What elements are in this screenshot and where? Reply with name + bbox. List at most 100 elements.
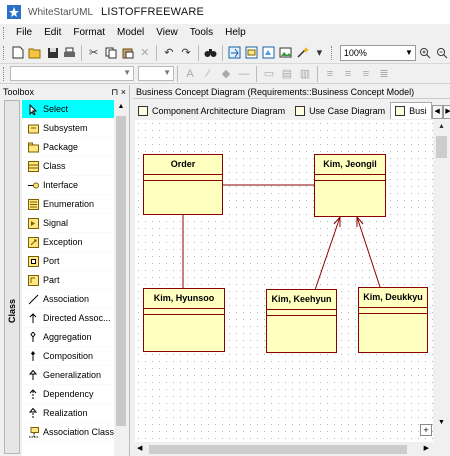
tool-signal[interactable]: Signal — [22, 214, 114, 233]
toolbox-scrollbar[interactable]: ▲ — [115, 100, 127, 456]
align-right-icon[interactable]: ≡ — [357, 65, 375, 83]
fill-color-icon[interactable]: ◆ — [217, 65, 235, 83]
scroll-down-icon[interactable]: ▼ — [433, 419, 450, 426]
menubar-grip[interactable] — [3, 27, 7, 39]
tab-scroll-right-icon[interactable]: ▶ — [442, 105, 450, 119]
scroll-up-icon[interactable]: ▲ — [433, 120, 450, 134]
tool-association-class[interactable]: Association Class — [22, 423, 114, 442]
menu-edit[interactable]: Edit — [38, 25, 67, 41]
tool-aggregation[interactable]: Aggregation — [22, 328, 114, 347]
align-center-icon[interactable]: ≡ — [339, 65, 357, 83]
close-icon[interactable]: × — [121, 87, 126, 97]
toolbar-grip[interactable] — [3, 45, 7, 60]
toolbox-header: Toolbox ⊓ × — [0, 85, 129, 99]
tool-label: Association Class — [43, 427, 114, 437]
save-icon[interactable] — [44, 44, 61, 62]
add-element-icon[interactable] — [260, 44, 277, 62]
tool-interface[interactable]: Interface — [22, 176, 114, 195]
open-folder-icon[interactable] — [27, 44, 44, 62]
line-color-icon[interactable]: ⁄ — [199, 65, 217, 83]
tab-component-architecture-diagram[interactable]: Component Architecture Diagram — [133, 102, 290, 119]
chevron-down-icon: ▼ — [405, 47, 413, 57]
copy-icon[interactable] — [102, 44, 119, 62]
menu-file[interactable]: File — [10, 25, 38, 41]
zoom-select[interactable]: 100% ▼ — [339, 44, 416, 61]
export-image-icon[interactable] — [277, 44, 294, 62]
class-order[interactable]: Order — [143, 154, 223, 215]
toolbar-separator — [317, 65, 318, 82]
tool-dependency[interactable]: Dependency — [22, 385, 114, 404]
tool-class[interactable]: Class — [22, 157, 114, 176]
tool-select[interactable]: Select — [22, 100, 114, 119]
print-icon[interactable] — [61, 44, 78, 62]
suppress-attributes-icon[interactable]: ▤ — [278, 65, 296, 83]
toolbox-section-class[interactable]: Class — [4, 100, 20, 454]
canvas-navigator-icon[interactable]: + — [420, 424, 432, 436]
magic-wand-icon[interactable] — [294, 44, 311, 62]
scroll-thumb[interactable] — [116, 116, 126, 426]
tool-package[interactable]: Package — [22, 138, 114, 157]
tool-port[interactable]: Port — [22, 252, 114, 271]
tool-exception[interactable]: Exception — [22, 233, 114, 252]
zoom-in-icon[interactable] — [416, 44, 433, 62]
toolbar-grip[interactable] — [3, 66, 7, 81]
tool-association[interactable]: Association — [22, 290, 114, 309]
tool-label: Association — [43, 294, 90, 304]
align-left-icon[interactable]: ≡ — [321, 65, 339, 83]
exception-icon — [28, 236, 39, 248]
find-binoculars-icon[interactable] — [201, 44, 218, 62]
delete-icon[interactable]: ✕ — [136, 44, 153, 62]
canvas-horizontal-scrollbar[interactable]: ◀ ▶ — [135, 442, 433, 456]
tool-generalization[interactable]: Generalization — [22, 366, 114, 385]
font-size-select[interactable]: ▼ — [138, 66, 174, 81]
tab-scroll-left-icon[interactable]: ◀ — [431, 105, 443, 119]
scroll-up-icon[interactable]: ▲ — [115, 100, 127, 114]
class-kim-keehyun[interactable]: Kim, Keehyun — [266, 289, 337, 353]
class-kim-deukkyu[interactable]: Kim, Deukkyu — [358, 287, 428, 353]
tool-enumeration[interactable]: Enumeration — [22, 195, 114, 214]
zoom-out-icon[interactable] — [433, 44, 450, 62]
tool-directed-association[interactable]: Directed Assoc... — [22, 309, 114, 328]
menu-tools[interactable]: Tools — [184, 25, 219, 41]
section-label: Class — [7, 298, 17, 323]
stereotype-icon[interactable]: ▭ — [260, 65, 278, 83]
class-kim-jeongil[interactable]: Kim, Jeongil — [314, 154, 386, 217]
scroll-right-icon[interactable]: ▶ — [424, 442, 429, 456]
suppress-operations-icon[interactable]: ▥ — [296, 65, 314, 83]
main-toolbar: ✂ ✕ ↶ ↷ ▾ 100% ▼ — [0, 42, 450, 64]
tool-part[interactable]: Part — [22, 271, 114, 290]
undo-icon[interactable]: ↶ — [160, 44, 177, 62]
redo-icon[interactable]: ↷ — [177, 44, 194, 62]
diagram-canvas[interactable]: Order Kim, Jeongil Kim, Hyunsoo Kim, Kee… — [135, 120, 433, 442]
menu-view[interactable]: View — [150, 25, 184, 41]
tab-business-concept-diagram[interactable]: Busi — [390, 102, 432, 119]
add-model-icon[interactable] — [226, 44, 243, 62]
tool-realization[interactable]: Realization — [22, 404, 114, 423]
menu-help[interactable]: Help — [219, 25, 252, 41]
tool-composition[interactable]: Composition — [22, 347, 114, 366]
class-kim-hyunsoo[interactable]: Kim, Hyunsoo — [143, 288, 225, 352]
new-file-icon[interactable] — [10, 44, 27, 62]
class-icon — [28, 160, 39, 172]
toolbar-separator — [256, 65, 257, 82]
zoom-value: 100% — [343, 47, 367, 58]
cut-icon[interactable]: ✂ — [85, 44, 102, 62]
canvas-vertical-scrollbar[interactable]: ▲ ▼ — [433, 120, 450, 442]
toolbar-grip[interactable] — [330, 45, 335, 60]
menu-format[interactable]: Format — [67, 25, 111, 41]
scroll-thumb[interactable] — [149, 445, 407, 454]
class-name: Kim, Hyunsoo — [144, 289, 224, 309]
tab-use-case-diagram[interactable]: Use Case Diagram — [290, 102, 390, 119]
line-style-icon[interactable]: — — [235, 65, 253, 83]
align-top-icon[interactable]: ≣ — [375, 65, 393, 83]
scroll-left-icon[interactable]: ◀ — [137, 442, 142, 456]
tool-subsystem[interactable]: Subsystem — [22, 119, 114, 138]
add-diagram-icon[interactable] — [243, 44, 260, 62]
toolbar-options-icon[interactable]: ▾ — [311, 44, 328, 62]
paste-icon[interactable] — [119, 44, 136, 62]
scroll-thumb[interactable] — [436, 136, 447, 158]
font-name-select[interactable]: ▼ — [10, 66, 134, 81]
pin-icon[interactable]: ⊓ — [111, 87, 118, 97]
menu-model[interactable]: Model — [111, 25, 150, 41]
font-color-icon[interactable]: A — [181, 65, 199, 83]
